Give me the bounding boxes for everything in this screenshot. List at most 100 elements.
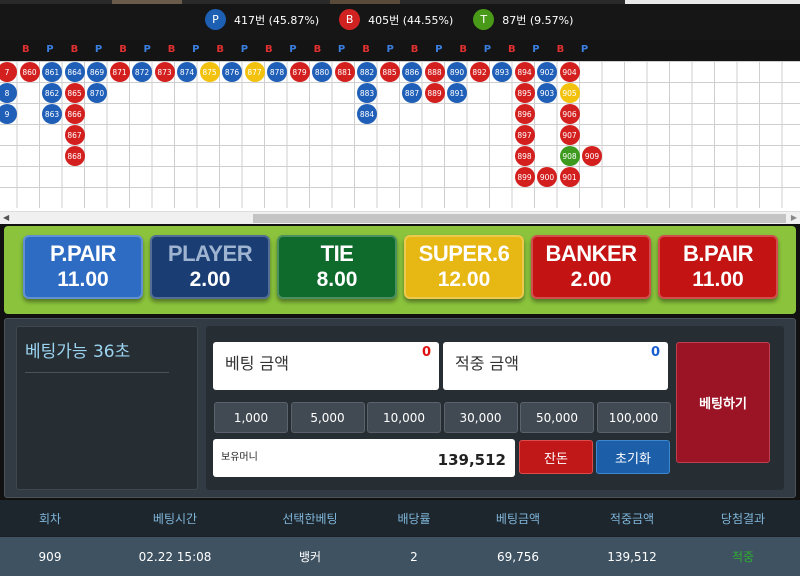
bet-option-odds: 2.00 xyxy=(570,268,612,291)
road-header-b: B xyxy=(362,44,370,55)
road-header-b: B xyxy=(70,44,79,55)
bet-amount-field[interactable]: 베팅 금액 0 xyxy=(213,342,439,390)
chip-1000[interactable]: 1,000 xyxy=(214,402,288,433)
bead-864: 864 xyxy=(64,62,85,82)
bet-option-name: B.PAIR xyxy=(683,241,753,266)
bet-amount-label: 베팅 금액 xyxy=(225,354,289,373)
video-strip xyxy=(0,0,800,4)
history-cell: 뱅커 xyxy=(298,550,322,564)
road-header-b: B xyxy=(410,44,419,55)
betting-timer: 베팅가능 36초 xyxy=(25,342,131,362)
bead-893: 893 xyxy=(492,62,512,82)
bead-870: 870 xyxy=(87,83,107,103)
road-header-b: B xyxy=(216,44,225,55)
bet-amount-value: 0 xyxy=(421,345,431,360)
win-amount-value: 0 xyxy=(650,345,660,360)
bead-895: 895 xyxy=(514,83,535,103)
bead-871: 871 xyxy=(109,62,130,82)
road-scrollbar[interactable]: ◀ ▶ xyxy=(0,211,800,224)
holding-money-value: 139,512 xyxy=(437,451,506,469)
bead-875: 875 xyxy=(199,62,220,82)
road-header-p: P xyxy=(192,44,200,55)
road-header-p: P xyxy=(94,44,103,55)
history-header-row: 회차 베팅시간 선택한베팅 배당률 베팅금액 적중금액 당첨결과 xyxy=(0,500,800,536)
road-header-p: P xyxy=(532,44,540,55)
bead-899: 899 xyxy=(514,167,535,187)
bet-option-odds: 11.00 xyxy=(692,268,744,291)
road-header-p: P xyxy=(289,44,297,55)
stat-text: 405번 (44.55%) xyxy=(368,13,454,27)
bet-option-tie[interactable]: TIE 8.00 xyxy=(277,235,397,299)
holding-money-field: 보유머니 139,512 xyxy=(213,439,515,477)
history-cell: 적중 xyxy=(731,550,755,564)
bet-option-b-pair[interactable]: B.PAIR 11.00 xyxy=(658,235,778,299)
bead-872: 872 xyxy=(132,62,152,82)
bead-8: 8 xyxy=(0,83,17,103)
bead-896: 896 xyxy=(514,104,535,124)
bead-892: 892 xyxy=(469,62,490,82)
bead-885: 885 xyxy=(379,62,400,82)
scroll-thumb[interactable] xyxy=(253,214,786,223)
road-header-b: B xyxy=(459,44,468,55)
bead-877: 877 xyxy=(244,62,265,82)
bead-7: 7 xyxy=(0,62,17,82)
bead-903: 903 xyxy=(537,83,557,103)
scroll-right-arrow-icon[interactable]: ▶ xyxy=(791,213,797,222)
history-header-cell: 베팅금액 xyxy=(495,511,541,526)
reset-button[interactable]: 초기화 xyxy=(596,440,670,474)
history-header-cell: 선택한베팅 xyxy=(282,511,338,526)
b-badge-icon: B xyxy=(339,9,361,30)
history-cell: 2 xyxy=(410,549,418,564)
p-badge-icon: P xyxy=(205,9,226,30)
chip-10000[interactable]: 10,000 xyxy=(367,402,441,433)
place-bet-button[interactable]: 베팅하기 xyxy=(676,342,770,463)
bead-878: 878 xyxy=(267,62,287,82)
result-stats: P 417번 (45.87%) B 405번 (44.55%) T 87번 (9.57%) xyxy=(205,9,593,30)
change-button[interactable]: 잔돈 xyxy=(519,440,593,474)
road-header-p: P xyxy=(435,44,443,55)
bead-867: 867 xyxy=(64,125,85,145)
timer-divider xyxy=(25,372,169,373)
chip-50000[interactable]: 50,000 xyxy=(520,402,594,433)
bet-option-odds: 8.00 xyxy=(316,268,358,291)
bead-860: 860 xyxy=(19,62,40,82)
history-header-cell: 배당률 xyxy=(397,511,431,526)
bead-866: 866 xyxy=(64,104,85,124)
timer-box: 베팅가능 36초 xyxy=(16,326,198,490)
bead-863: 863 xyxy=(42,104,62,124)
bet-option-player[interactable]: PLAYER 2.00 xyxy=(150,235,270,299)
bead-888: 888 xyxy=(424,62,445,82)
history-header-cell: 회차 xyxy=(38,511,62,526)
bet-option-super-6[interactable]: SUPER.6 12.00 xyxy=(404,235,524,299)
scroll-left-arrow-icon[interactable]: ◀ xyxy=(3,213,9,222)
chip-30000[interactable]: 30,000 xyxy=(443,402,518,433)
bead-889: 889 xyxy=(424,83,445,103)
bead-898: 898 xyxy=(514,146,535,166)
bead-868: 868 xyxy=(64,146,85,166)
bet-option-name: SUPER.6 xyxy=(418,241,510,266)
road-header-p: P xyxy=(143,44,151,55)
t-badge-icon: T xyxy=(473,9,495,30)
bead-905: 905 xyxy=(559,83,580,103)
chip-5000[interactable]: 5,000 xyxy=(290,402,365,433)
bead-882: 882 xyxy=(357,62,377,82)
history-cell: 909 xyxy=(38,549,62,564)
history-header-cell: 베팅시간 xyxy=(152,511,198,526)
bead-900: 900 xyxy=(537,167,557,187)
bead-890: 890 xyxy=(447,62,467,82)
bead-862: 862 xyxy=(42,83,62,103)
bet-history-table: 회차 베팅시간 선택한베팅 배당률 베팅금액 적중금액 당첨결과 909 02.22 15:0… xyxy=(0,500,800,576)
bet-option-banker[interactable]: BANKER 2.00 xyxy=(531,235,651,299)
road-header-p: P xyxy=(46,44,54,55)
stat-b: B 405번 (44.55%) xyxy=(339,9,453,30)
road-header-p: P xyxy=(483,44,492,55)
bead-887: 887 xyxy=(402,83,422,103)
chip-100000[interactable]: 100,000 xyxy=(596,402,671,433)
win-amount-label: 적중 금액 xyxy=(455,354,519,373)
road-header-b: B xyxy=(313,44,322,55)
bet-option-name: BANKER xyxy=(545,241,637,266)
win-amount-field: 적중 금액 0 xyxy=(443,342,668,390)
bet-option-p-pair[interactable]: P.PAIR 11.00 xyxy=(23,235,143,299)
bead-901: 901 xyxy=(559,167,580,187)
bead-861: 861 xyxy=(42,62,62,82)
